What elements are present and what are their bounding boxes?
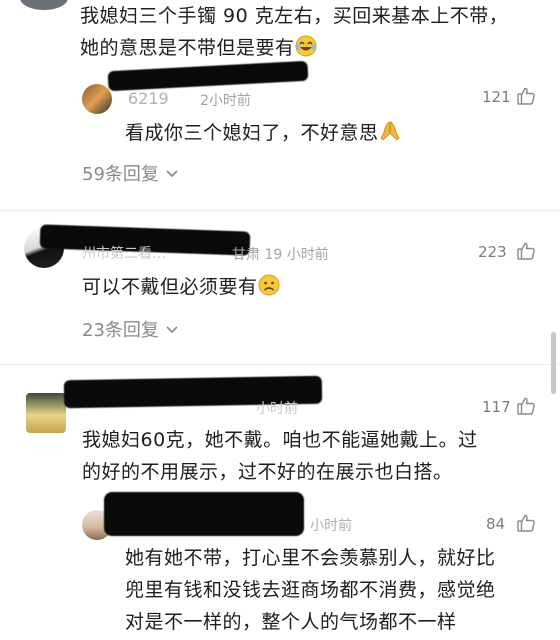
- avatar-top[interactable]: [20, 0, 68, 10]
- reply-username[interactable]: 6219: [128, 89, 169, 108]
- location-timestamp: 甘肃 19 小时前: [232, 247, 329, 263]
- chevron-down-icon: [165, 320, 179, 341]
- divider: [0, 364, 560, 365]
- reply-timestamp: 小时前: [310, 518, 352, 534]
- frown-emoji-icon: [258, 274, 280, 306]
- comment-text-line: 的好的不用展示，过不好的在展示也白搭。: [82, 461, 453, 483]
- reply-text-line: 兜里有钱和没钱去逛商场都不消费，感觉绝: [125, 579, 496, 601]
- comment-text: 我媳妇三个手镯 90 克左右，买回来基本上不带， 她的意思是不带但是要有: [80, 0, 550, 67]
- like-count: 223: [478, 243, 507, 261]
- view-replies-link[interactable]: 59条回复: [82, 160, 179, 186]
- like-count: 121: [482, 88, 511, 106]
- username-redaction: [104, 492, 304, 536]
- comment-timestamp: 小时前: [256, 401, 298, 417]
- reply-timestamp: 2小时前: [200, 93, 251, 109]
- like-count: 117: [482, 398, 511, 416]
- reply-text-line: 她有她不带，打心里不会羡慕别人，就好比: [125, 547, 496, 569]
- comment-text-line: 我媳妇三个手镯 90 克左右，买回来基本上不带，: [80, 5, 509, 27]
- thumb-up-icon[interactable]: [516, 86, 536, 106]
- commenter-avatar[interactable]: [26, 393, 66, 433]
- divider: [0, 210, 560, 211]
- comment-text-line: 她的意思是不带但是要有: [80, 37, 295, 59]
- reply-text: 看成你三个媳妇了，不好意思: [125, 117, 401, 152]
- thumb-up-icon[interactable]: [516, 513, 536, 533]
- reply-text: 她有她不带，打心里不会羡慕别人，就好比 兜里有钱和没钱去逛商场都不消费，感觉绝 …: [125, 542, 550, 638]
- thumb-up-icon[interactable]: [516, 396, 536, 416]
- commenter-username[interactable]: 州市第二看…: [82, 243, 166, 263]
- scrollbar-thumb[interactable]: [551, 332, 556, 394]
- chevron-down-icon: [165, 164, 179, 185]
- like-count: 84: [486, 515, 506, 533]
- thumb-up-icon[interactable]: [516, 241, 536, 261]
- comment-text: 可以不戴但必须要有: [82, 271, 280, 306]
- pray-emoji-icon: [379, 120, 401, 152]
- comment-text-line: 我媳妇60克，她不戴。咱也不能逼她戴上。过: [82, 429, 478, 451]
- view-replies-link[interactable]: 23条回复: [82, 316, 179, 342]
- reply-text-line: 对是不一样的，整个人的气场都不一样: [125, 611, 457, 633]
- reply-avatar[interactable]: [82, 84, 112, 114]
- comment-text: 我媳妇60克，她不戴。咱也不能逼她戴上。过 的好的不用展示，过不好的在展示也白搭…: [82, 424, 542, 488]
